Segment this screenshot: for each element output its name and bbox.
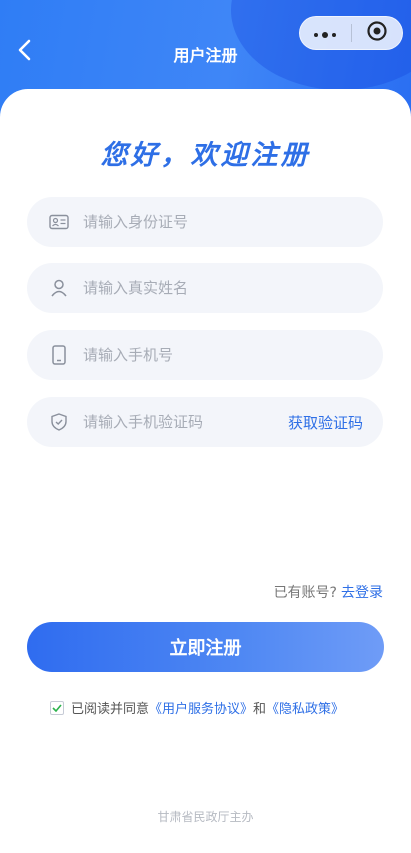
agreement-and: 和 (253, 702, 267, 717)
agreement-checkbox[interactable] (50, 700, 64, 715)
close-mini-program-button[interactable] (351, 17, 402, 49)
target-icon (366, 20, 388, 46)
more-button[interactable] (300, 17, 351, 49)
service-agreement-link[interactable]: 《用户服务协议》 (149, 698, 253, 717)
check-icon (52, 703, 62, 712)
get-code-button[interactable]: 获取验证码 (288, 412, 363, 433)
footer-sponsor: 甘肃省民政厅主办 (157, 810, 254, 824)
verification-code-field[interactable]: 获取验证码 (27, 397, 383, 447)
agreement-prefix: 已阅读并同意 (71, 702, 150, 717)
agreement-row: 已阅读并同意 《用户服务协议》 和 《隐私政策》 (50, 698, 344, 717)
shield-icon (45, 408, 73, 436)
welcome-heading: 您好，欢迎注册 (100, 140, 311, 171)
mini-program-capsule (299, 16, 403, 50)
privacy-policy-link[interactable]: 《隐私政策》 (266, 698, 344, 717)
real-name-field[interactable] (27, 263, 383, 313)
id-card-icon (45, 208, 73, 236)
phone-field[interactable] (27, 330, 383, 380)
id-number-field[interactable] (27, 197, 383, 247)
register-button[interactable]: 立即注册 (27, 622, 384, 672)
verification-code-input[interactable] (83, 413, 263, 431)
more-dots-icon (313, 24, 337, 43)
login-prefix: 已有账号? (273, 585, 337, 601)
login-link[interactable]: 去登录 (341, 585, 383, 601)
real-name-input[interactable] (83, 279, 263, 297)
login-prompt: 已有账号? 去登录 (274, 582, 383, 602)
id-number-input[interactable] (83, 213, 263, 231)
user-icon (45, 274, 73, 302)
phone-icon (45, 341, 73, 369)
phone-input[interactable] (83, 346, 263, 364)
